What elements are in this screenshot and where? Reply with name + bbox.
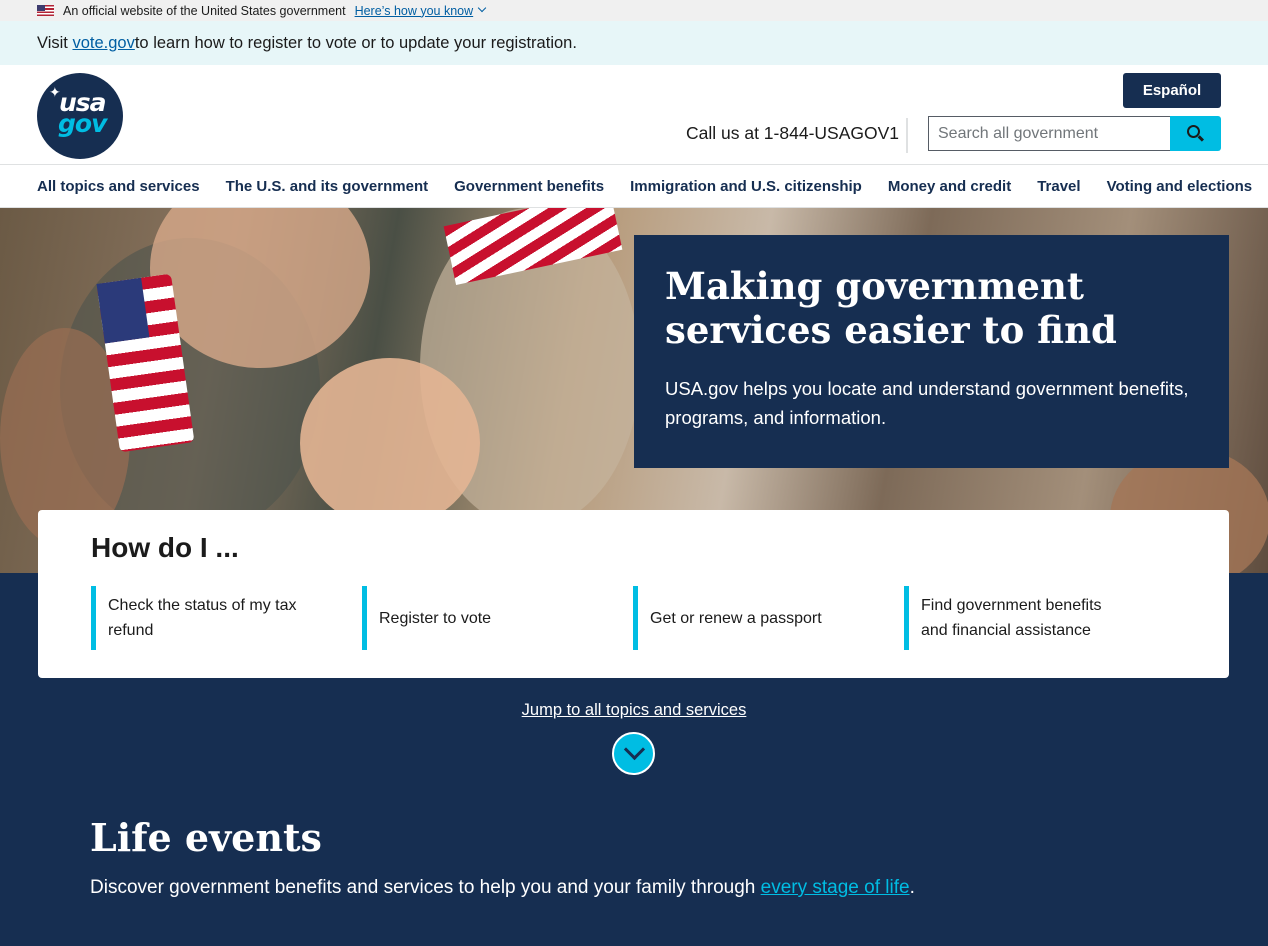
hero-callout: Making government services easier to fin… <box>634 235 1229 468</box>
vote-gov-link[interactable]: vote.gov <box>72 34 134 53</box>
nav-item-immigration[interactable]: Immigration and U.S. citizenship <box>630 178 862 195</box>
chevron-down-icon[interactable] <box>477 3 487 12</box>
life-events-title: Life events <box>90 815 322 860</box>
quick-link-label: Register to vote <box>379 609 492 627</box>
alert-prefix: Visit <box>37 33 68 52</box>
hero-title: Making government services easier to fin… <box>665 264 1117 352</box>
nav-item-money-credit[interactable]: Money and credit <box>888 178 1011 195</box>
quick-link-label: Check the status of my tax refund <box>108 597 297 639</box>
nav-item-travel[interactable]: Travel <box>1037 178 1080 195</box>
jump-down-icon[interactable] <box>612 732 655 775</box>
gov-banner-text: An official website of the United States… <box>63 3 346 18</box>
nav-item-voting[interactable]: Voting and elections <box>1107 178 1253 195</box>
nav-item-us-government[interactable]: The U.S. and its government <box>226 178 429 195</box>
hero-description: USA.gov helps you locate and understand … <box>665 378 1189 428</box>
usagov-logo[interactable]: ✦ usa gov <box>37 73 123 159</box>
every-stage-of-life-link[interactable]: every stage of life <box>761 877 910 898</box>
life-events-period: . <box>909 877 915 898</box>
nav-item-government-benefits[interactable]: Government benefits <box>454 178 604 195</box>
nav-item-all-topics[interactable]: All topics and services <box>37 178 200 195</box>
alert-suffix: to learn how to register to vote or to u… <box>134 33 577 52</box>
how-do-i-links: Check the status of my tax refund Regist… <box>91 586 1176 650</box>
jump-link-wrap: Jump to all topics and services <box>0 701 1268 720</box>
espanol-button[interactable]: Español <box>1123 73 1221 108</box>
how-do-i-title: How do I ... <box>91 532 239 563</box>
life-events-description: Discover government benefits and service… <box>90 877 915 899</box>
search-icon <box>1187 125 1200 138</box>
vote-alert: Visit vote.gov to learn how to register … <box>0 21 1268 65</box>
life-events-text: Discover government benefits and service… <box>90 877 761 898</box>
call-us-text: Call us at 1-844-USAGOV1 <box>686 123 900 143</box>
main-nav: All topics and services The U.S. and its… <box>0 165 1268 208</box>
hero-photo-shape <box>300 358 480 528</box>
us-flag-icon <box>37 5 54 16</box>
search-button[interactable] <box>1170 116 1221 151</box>
quick-link-benefits[interactable]: Find government benefits and financial a… <box>904 586 1175 650</box>
header-divider <box>906 118 908 153</box>
heres-how-you-know-link[interactable]: Here’s how you know <box>355 4 474 18</box>
gov-banner: An official website of the United States… <box>0 0 1268 21</box>
quick-link-passport[interactable]: Get or renew a passport <box>633 586 904 650</box>
logo-text-gov: gov <box>58 109 107 138</box>
quick-link-register-vote[interactable]: Register to vote <box>362 586 633 650</box>
site-header: ✦ usa gov Español Call us at 1-844-USAGO… <box>0 65 1268 165</box>
quick-link-label: Get or renew a passport <box>650 609 822 627</box>
search-input[interactable] <box>928 116 1171 151</box>
quick-link-label: Find government benefits and financial a… <box>921 597 1102 639</box>
jump-to-topics-link[interactable]: Jump to all topics and services <box>522 701 747 719</box>
how-do-i-card: How do I ... Check the status of my tax … <box>38 510 1229 678</box>
quick-link-tax-refund[interactable]: Check the status of my tax refund <box>91 586 362 650</box>
